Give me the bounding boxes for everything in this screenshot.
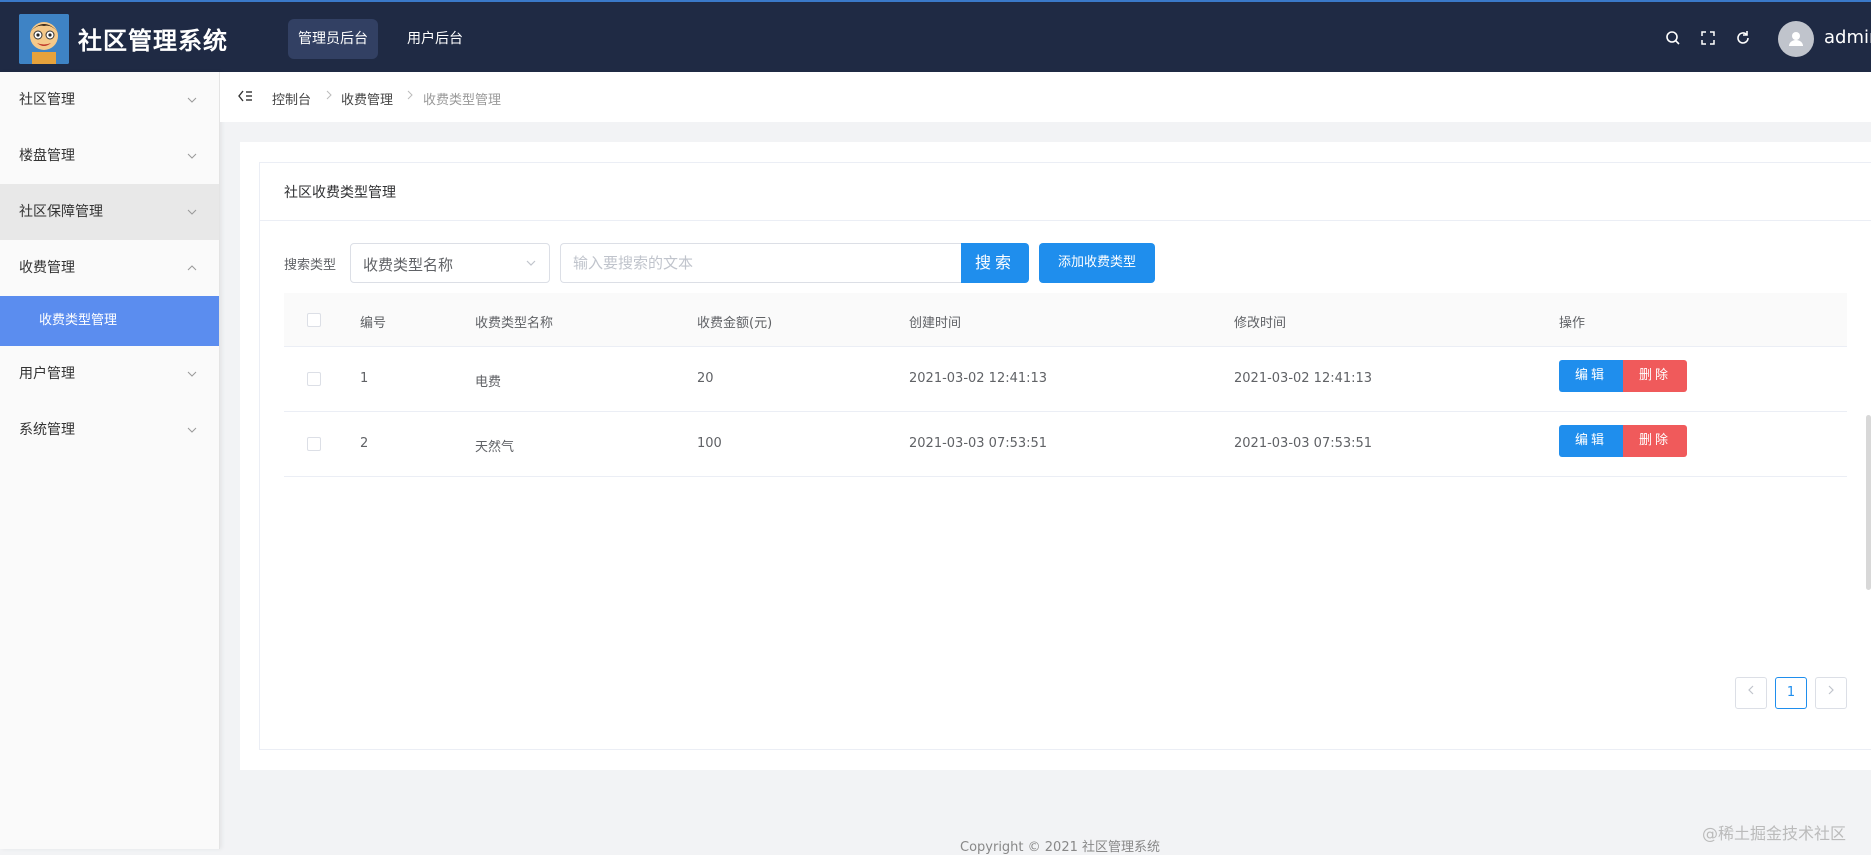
- logo-icon: [19, 14, 69, 64]
- cell-name: 天然气: [475, 440, 515, 455]
- table-row: 1 电费 20 2021-03-02 12:41:13 2021-03-02 1…: [284, 347, 1847, 412]
- cell-modified: 2021-03-03 07:53:51: [1234, 436, 1373, 451]
- page-number-button[interactable]: 1: [1775, 677, 1807, 709]
- sidebar-item-label: 楼盘管理: [19, 148, 75, 164]
- breadcrumb-current: 收费类型管理: [423, 93, 502, 108]
- cell-modified: 2021-03-02 12:41:13: [1234, 371, 1373, 386]
- add-fee-type-button[interactable]: 添加收费类型: [1039, 243, 1155, 283]
- sidebar-item-community[interactable]: 社区管理: [0, 72, 219, 128]
- chevron-right-icon: [1828, 685, 1834, 695]
- sidebar-item-users[interactable]: 用户管理: [0, 346, 219, 402]
- chevron-left-icon: [1748, 685, 1754, 695]
- search-input[interactable]: [560, 243, 962, 283]
- cell-name: 电费: [475, 375, 502, 390]
- sidebar-item-label: 社区管理: [19, 92, 75, 108]
- cell-created: 2021-03-03 07:53:51: [909, 436, 1048, 451]
- sidebar: 社区管理 楼盘管理 社区保障管理 收费管理 收费类型管理 用户管理 系统管理: [0, 72, 220, 849]
- table-header: 编号 收费类型名称 收费金额(元) 创建时间 修改时间 操作: [284, 293, 1847, 347]
- column-header: 修改时间: [1234, 316, 1287, 331]
- edit-button[interactable]: 编辑: [1559, 360, 1623, 392]
- top-bar: 社区管理系统 管理员后台 用户后台 admin: [0, 0, 1871, 72]
- cell-id: 1: [360, 371, 369, 386]
- chevron-down-icon: [187, 209, 197, 215]
- breadcrumb-fees[interactable]: 收费管理: [341, 89, 393, 108]
- collapse-menu-icon[interactable]: [238, 89, 254, 103]
- cell-created: 2021-03-02 12:41:13: [909, 371, 1048, 386]
- cell-id: 2: [360, 436, 369, 451]
- sidebar-item-security[interactable]: 社区保障管理: [0, 184, 219, 240]
- breadcrumb-dashboard[interactable]: 控制台: [272, 89, 311, 108]
- chevron-down-icon: [526, 260, 536, 266]
- cell-amount: 100: [697, 436, 722, 451]
- nav-user-console[interactable]: 用户后台: [397, 19, 473, 59]
- sidebar-item-fees[interactable]: 收费管理: [0, 240, 219, 296]
- prev-page-button[interactable]: [1735, 677, 1767, 709]
- table-row: 2 天然气 100 2021-03-03 07:53:51 2021-03-03…: [284, 412, 1847, 477]
- chevron-right-icon: [326, 90, 332, 100]
- scrollbar[interactable]: [1866, 415, 1871, 590]
- app-title: 社区管理系统: [78, 27, 228, 55]
- search-type-label: 搜索类型: [284, 258, 337, 273]
- next-page-button[interactable]: [1815, 677, 1847, 709]
- search-type-select[interactable]: 收费类型名称: [350, 243, 550, 283]
- chevron-right-icon: [407, 90, 413, 100]
- sidebar-item-label: 社区保障管理: [19, 204, 103, 220]
- chevron-up-icon: [187, 265, 197, 271]
- username[interactable]: admin: [1824, 27, 1871, 48]
- refresh-icon[interactable]: [1733, 28, 1753, 48]
- sidebar-item-label: 收费管理: [19, 260, 75, 276]
- delete-button[interactable]: 删除: [1623, 360, 1687, 392]
- chevron-down-icon: [187, 153, 197, 159]
- card-header: 社区收费类型管理: [260, 163, 1871, 221]
- fullscreen-icon[interactable]: [1698, 28, 1718, 48]
- column-header: 创建时间: [909, 316, 962, 331]
- sidebar-item-buildings[interactable]: 楼盘管理: [0, 128, 219, 184]
- avatar[interactable]: [1778, 21, 1814, 57]
- chevron-down-icon: [187, 427, 197, 433]
- sidebar-item-label: 用户管理: [19, 366, 75, 382]
- chevron-down-icon: [187, 371, 197, 377]
- chevron-down-icon: [187, 97, 197, 103]
- column-header: 收费类型名称: [475, 316, 554, 331]
- cell-amount: 20: [697, 371, 714, 386]
- column-header: 收费金额(元): [697, 316, 773, 331]
- search-button[interactable]: 搜索: [961, 243, 1029, 283]
- sidebar-item-label: 系统管理: [19, 422, 75, 438]
- edit-button[interactable]: 编辑: [1559, 425, 1623, 457]
- row-checkbox[interactable]: [307, 372, 321, 386]
- column-header: 编号: [360, 316, 387, 331]
- card-title: 社区收费类型管理: [284, 185, 396, 201]
- footer-copyright: Copyright © 2021 社区管理系统: [960, 840, 1161, 855]
- search-icon[interactable]: [1663, 28, 1683, 48]
- sidebar-item-fee-types[interactable]: 收费类型管理: [0, 296, 219, 346]
- watermark: @稀土掘金技术社区: [1702, 824, 1847, 843]
- select-all-checkbox[interactable]: [307, 313, 321, 327]
- delete-button[interactable]: 删除: [1623, 425, 1687, 457]
- select-value: 收费类型名称: [363, 256, 454, 274]
- sidebar-item-system[interactable]: 系统管理: [0, 402, 219, 458]
- row-checkbox[interactable]: [307, 437, 321, 451]
- breadcrumb: 控制台 收费管理 收费类型管理: [220, 72, 1871, 122]
- nav-admin-console[interactable]: 管理员后台: [288, 19, 378, 59]
- column-header: 操作: [1559, 316, 1586, 331]
